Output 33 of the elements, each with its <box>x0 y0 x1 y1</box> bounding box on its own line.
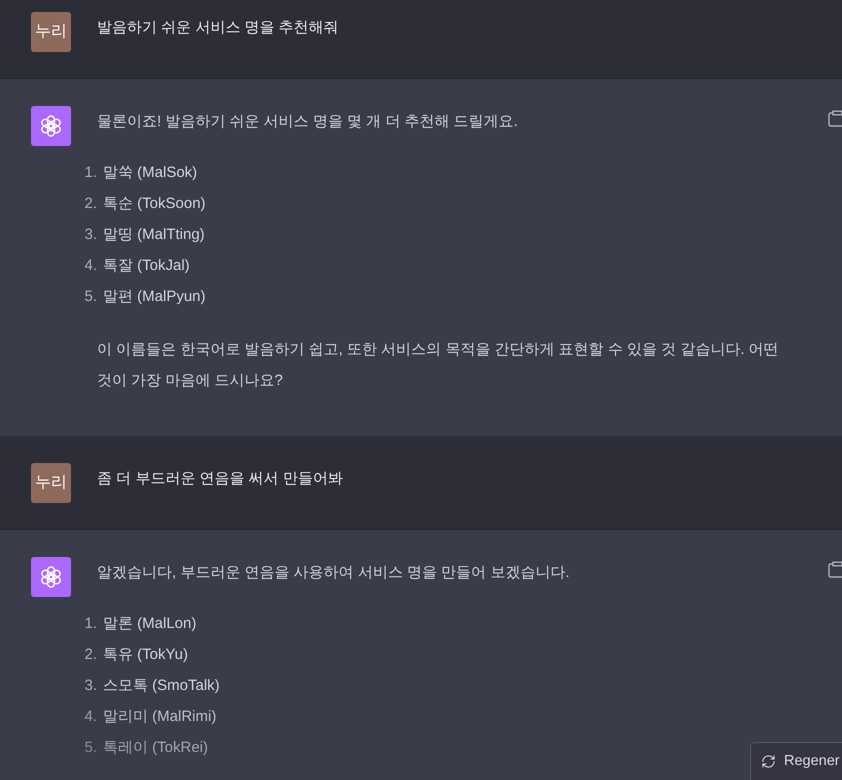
list-number: 2. <box>84 194 97 214</box>
list-number: 2. <box>84 645 97 665</box>
list-item: 톡레이 (TokRei) <box>103 738 208 758</box>
list-item: 말론 (MalLon) <box>103 614 196 634</box>
list-item: 톡잘 (TokJal) <box>103 256 190 276</box>
copy-icon[interactable] <box>828 561 842 578</box>
list-number: 3. <box>84 676 97 696</box>
assistant-message: 물론이죠! 발음하기 쉬운 서비스 명을 몇 개 더 추천해 드릴게요. <box>97 112 519 132</box>
list-number: 4. <box>84 256 97 276</box>
user-avatar: 누리 <box>31 463 71 503</box>
user-message: 발음하기 쉬운 서비스 명을 추천해줘 <box>97 18 339 38</box>
list-item: 말리미 (MalRimi) <box>103 707 216 727</box>
list-number: 1. <box>84 614 97 634</box>
list-number: 4. <box>84 707 97 727</box>
list-number: 3. <box>84 225 97 245</box>
copy-icon[interactable] <box>828 110 842 127</box>
list-number: 5. <box>84 287 97 307</box>
refresh-icon <box>761 754 776 769</box>
list-item: 톡유 (TokYu) <box>103 645 188 665</box>
user-message: 좀 더 부드러운 연음을 써서 만들어봐 <box>97 469 343 489</box>
list-item: 톡순 (TokSoon) <box>103 194 206 214</box>
list-item: 말편 (MalPyun) <box>103 287 206 307</box>
assistant-message: 알겠습니다, 부드러운 연음을 사용하여 서비스 명을 만들어 보겠습니다. <box>97 563 571 583</box>
assistant-paragraph: 이 이름들은 한국어로 발음하기 쉽고, 또한 서비스의 목적을 간단하게 표현할 수 있을 것 같습니다. 어떤 것이 가장 마음에 드시나요? <box>97 340 780 391</box>
list-number: 5. <box>84 738 97 758</box>
list-item: 스모톡 (SmoTalk) <box>103 676 220 696</box>
logo-icon <box>31 557 71 597</box>
logo-icon <box>31 106 71 146</box>
list-item: 말띵 (MalTting) <box>103 225 205 245</box>
user-avatar: 누리 <box>31 12 71 52</box>
regenerate-button[interactable]: Regener <box>750 742 842 780</box>
list-number: 1. <box>84 163 97 183</box>
list-item: 말쑥 (MalSok) <box>103 163 198 183</box>
